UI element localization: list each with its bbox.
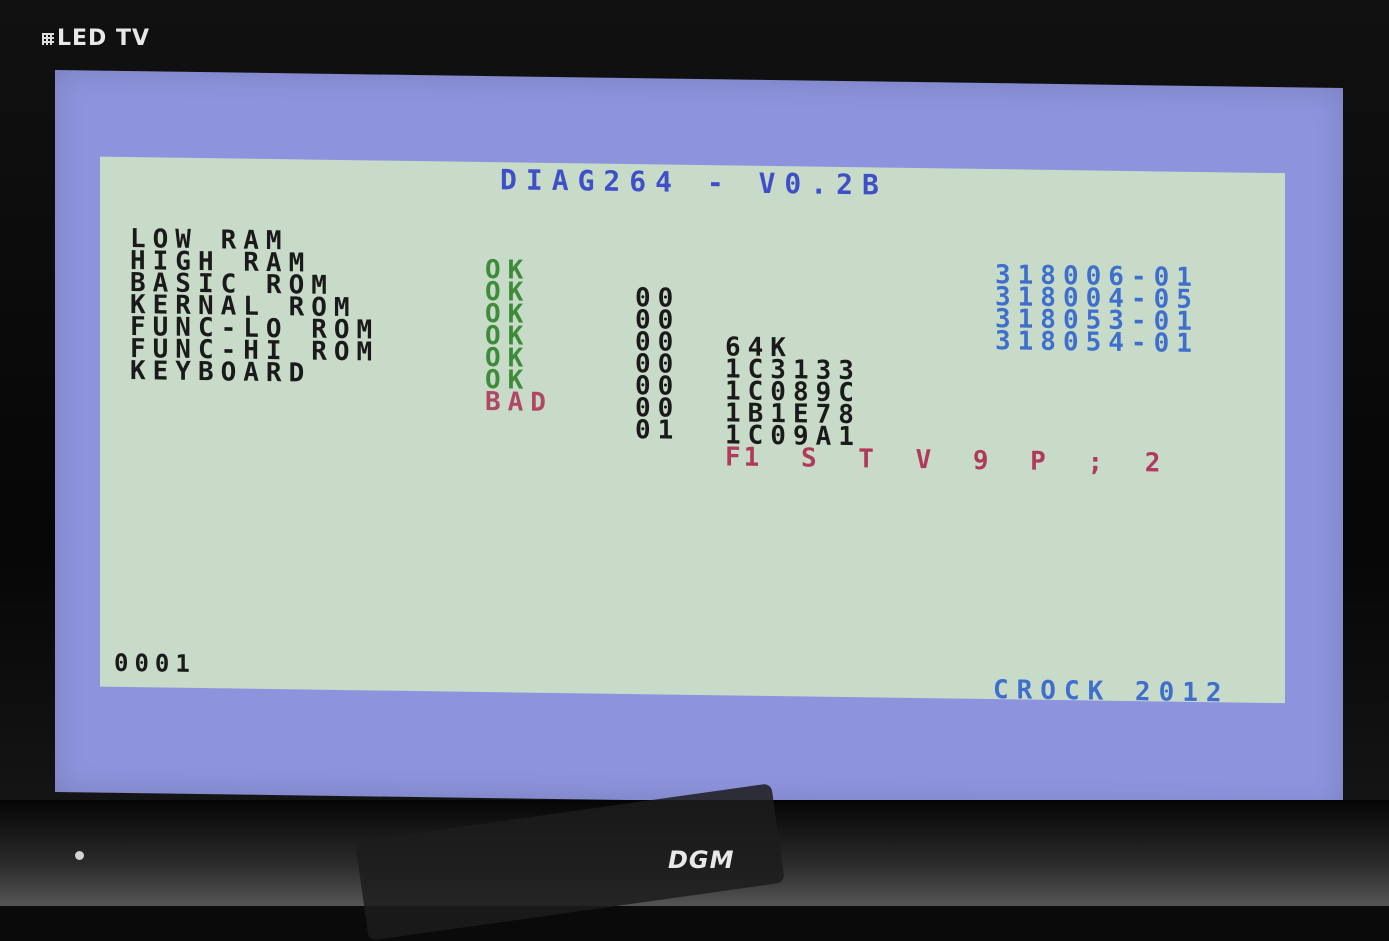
power-led-icon: [75, 851, 84, 860]
diag-row-kernal-rom: KERNAL ROM OK 00 1C089C 318004-05: [130, 266, 1199, 408]
tv-maker-logo: DGM: [668, 846, 735, 874]
diag-row-func-lo-rom: FUNC-LO ROM OK 00 1B1E78 318053-01: [130, 288, 1199, 430]
credit-line: CROCK 2012: [993, 675, 1230, 709]
tv-brand-label: LED TV: [42, 26, 150, 51]
tv-frame: LED TV DIAG264 - V0.2B LOW RAM OK 00 HIG…: [0, 0, 1389, 941]
pass-counter: 0001: [114, 648, 196, 678]
screen-title: DIAG264 - V0.2B: [500, 163, 888, 202]
diag-row-keyboard: KEYBOARD BAD 01 F1 S T V 9 P ; 2: [130, 332, 1163, 478]
diag-row-func-hi-rom: FUNC-HI ROM OK 00 1C09A1 318054-01: [130, 310, 1199, 452]
row-label: KEYBOARD: [130, 356, 312, 389]
row-status: BAD: [485, 387, 553, 418]
diag-row-basic-rom: BASIC ROM OK 00 1C3133 318006-01: [130, 244, 1199, 386]
brand-grid-icon: [42, 33, 54, 45]
diag-row-high-ram: HIGH RAM OK 00 64K: [130, 222, 793, 363]
brand-text: LED TV: [57, 26, 151, 51]
c64-border: DIAG264 - V0.2B LOW RAM OK 00 HIGH RAM O…: [55, 70, 1343, 810]
diagnostic-screen: DIAG264 - V0.2B LOW RAM OK 00 HIGH RAM O…: [100, 156, 1285, 709]
row-part-number: 318054-01: [995, 326, 1199, 359]
bad-keys-list: F1 S T V 9 P ; 2: [725, 442, 1164, 479]
row-code: 01: [635, 415, 681, 446]
diag-row-low-ram: LOW RAM OK 00: [130, 200, 680, 314]
